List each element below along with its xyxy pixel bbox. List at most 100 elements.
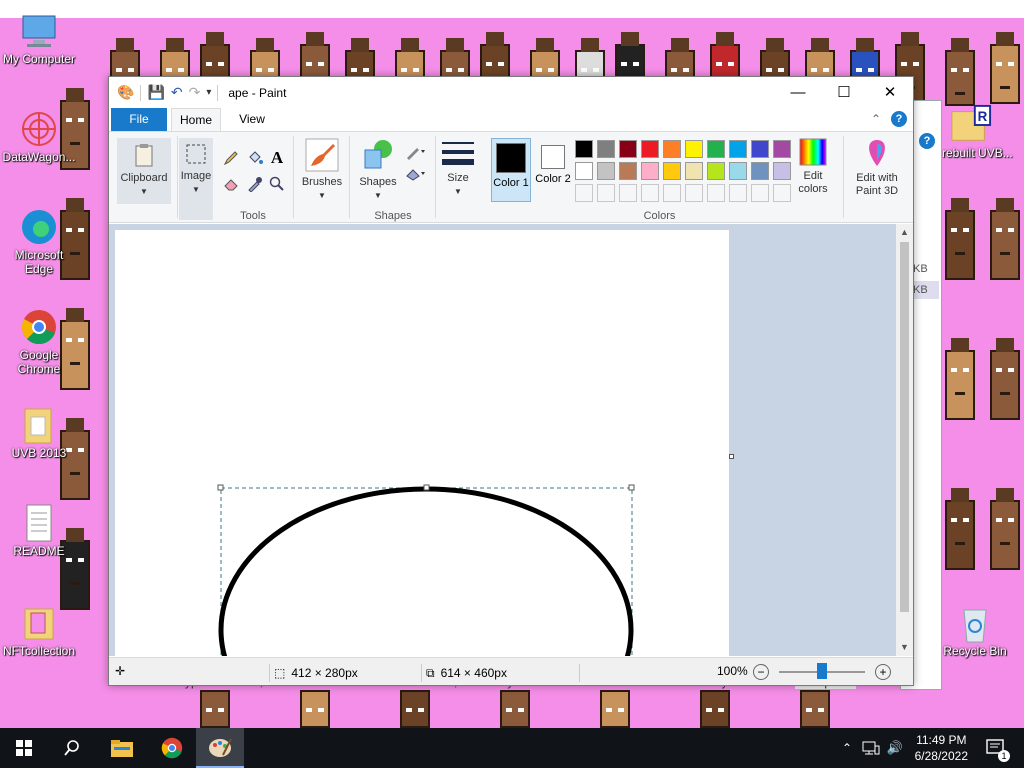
palette-color-swatch[interactable] bbox=[751, 140, 769, 158]
palette-empty-swatch[interactable] bbox=[751, 184, 769, 202]
palette-empty-swatch[interactable] bbox=[597, 184, 615, 202]
brushes-button[interactable]: Brushes ▼ bbox=[299, 138, 345, 202]
maximize-button[interactable]: ☐ bbox=[821, 77, 867, 107]
clipboard-label: Clipboard bbox=[120, 172, 168, 184]
fill-bucket-icon[interactable] bbox=[245, 148, 265, 168]
palette-empty-swatch[interactable] bbox=[685, 184, 703, 202]
vertical-scrollbar[interactable]: ▲ ▼ bbox=[896, 224, 913, 656]
taskbar-chrome[interactable] bbox=[148, 728, 196, 768]
minimize-button[interactable]: — bbox=[775, 77, 821, 107]
selection-size: ⬚ 412 × 280px bbox=[269, 664, 358, 682]
paint-app-icon[interactable]: 🎨 bbox=[117, 84, 134, 101]
edit-with-paint3d-button[interactable]: Edit with Paint 3D bbox=[845, 138, 909, 198]
palette-empty-swatch[interactable] bbox=[729, 184, 747, 202]
system-clock[interactable]: 11:49 PM 6/28/2022 bbox=[915, 732, 968, 764]
desktop-icon-nftcollection[interactable]: NFTcollection bbox=[0, 602, 78, 658]
file-explorer-icon bbox=[111, 740, 133, 757]
help-icon[interactable]: ? bbox=[891, 111, 907, 127]
palette-color-swatch[interactable] bbox=[729, 140, 747, 158]
outline-icon[interactable] bbox=[403, 142, 429, 162]
palette-empty-swatch[interactable] bbox=[641, 184, 659, 202]
title-bar[interactable]: 🎨 💾 ↶ ↷ ▾ ape - Paint — ☐ ✕ bbox=[109, 77, 913, 108]
desktop-icon-recycle-bin[interactable]: Recycle Bin bbox=[936, 602, 1014, 658]
palette-color-swatch[interactable] bbox=[575, 140, 593, 158]
palette-color-swatch[interactable] bbox=[685, 162, 703, 180]
palette-color-swatch[interactable] bbox=[751, 162, 769, 180]
paint-window[interactable]: 🎨 💾 ↶ ↷ ▾ ape - Paint — ☐ ✕ File Home Vi… bbox=[108, 76, 914, 686]
volume-icon[interactable]: 🔊 bbox=[884, 728, 906, 768]
drawing-canvas[interactable] bbox=[115, 230, 729, 656]
tools-group-label: Tools bbox=[240, 210, 266, 222]
palette-empty-swatch[interactable] bbox=[773, 184, 791, 202]
desktop-icon-rebuilt-uvb[interactable]: R rebuilt UVB... bbox=[942, 104, 1024, 160]
palette-color-swatch[interactable] bbox=[707, 162, 725, 180]
text-tool-icon[interactable]: A bbox=[267, 148, 287, 168]
zoom-out-button[interactable]: − bbox=[753, 664, 769, 680]
edit-colors-button[interactable]: Edit colors bbox=[793, 138, 833, 196]
desktop-icon-label: UVB 2013 bbox=[11, 446, 67, 460]
redo-icon[interactable]: ↷ bbox=[189, 84, 201, 101]
palette-color-swatch[interactable] bbox=[597, 162, 615, 180]
color-palette bbox=[575, 140, 795, 206]
palette-color-swatch[interactable] bbox=[575, 162, 593, 180]
taskbar-file-explorer[interactable] bbox=[98, 728, 146, 768]
palette-color-swatch[interactable] bbox=[773, 140, 791, 158]
undo-icon[interactable]: ↶ bbox=[171, 84, 183, 101]
palette-color-swatch[interactable] bbox=[729, 162, 747, 180]
network-icon[interactable] bbox=[860, 728, 882, 768]
color2-selector[interactable]: Color 2 bbox=[533, 138, 573, 204]
tab-file[interactable]: File bbox=[111, 108, 167, 131]
tab-home[interactable]: Home bbox=[171, 108, 221, 131]
size-button[interactable]: Size ▼ bbox=[439, 138, 477, 198]
help-icon[interactable]: ? bbox=[919, 133, 935, 149]
wallpaper-figure bbox=[945, 338, 975, 420]
desktop-icon-chrome[interactable]: Google Chrome bbox=[0, 306, 78, 376]
image-button[interactable]: Image ▼ bbox=[179, 138, 213, 220]
palette-color-swatch[interactable] bbox=[619, 162, 637, 180]
color1-selector[interactable]: Color 1 bbox=[491, 138, 531, 202]
start-button[interactable] bbox=[0, 728, 48, 768]
palette-color-swatch[interactable] bbox=[641, 162, 659, 180]
canvas-resize-handle[interactable] bbox=[729, 454, 734, 459]
collapse-ribbon-icon[interactable]: ⌃ bbox=[871, 112, 881, 126]
taskbar-paint[interactable] bbox=[196, 728, 244, 768]
tab-view[interactable]: View bbox=[227, 108, 277, 131]
scrollbar-thumb[interactable] bbox=[900, 242, 909, 612]
desktop-icon-edge[interactable]: Microsoft Edge bbox=[0, 206, 78, 276]
close-button[interactable]: ✕ bbox=[867, 77, 913, 107]
palette-color-swatch[interactable] bbox=[663, 162, 681, 180]
pencil-icon[interactable] bbox=[221, 148, 241, 168]
zoom-in-button[interactable]: + bbox=[875, 664, 891, 680]
desktop-icon-my-computer[interactable]: My Computer bbox=[0, 10, 78, 66]
magnifier-icon[interactable] bbox=[267, 174, 287, 194]
palette-empty-swatch[interactable] bbox=[707, 184, 725, 202]
palette-color-swatch[interactable] bbox=[663, 140, 681, 158]
wallpaper-figure bbox=[945, 38, 975, 106]
desktop-icon-datawagon[interactable]: DataWagon... bbox=[0, 108, 78, 164]
palette-color-swatch[interactable] bbox=[619, 140, 637, 158]
palette-color-swatch[interactable] bbox=[641, 140, 659, 158]
shapes-button[interactable]: Shapes ▼ bbox=[355, 138, 401, 202]
desktop-icon-uvb-2013[interactable]: UVB 2013 bbox=[0, 404, 78, 460]
palette-color-swatch[interactable] bbox=[773, 162, 791, 180]
desktop-icon-readme[interactable]: README bbox=[0, 502, 78, 558]
zoom-slider-thumb[interactable] bbox=[817, 663, 827, 679]
scroll-up-icon[interactable]: ▲ bbox=[896, 224, 913, 241]
eraser-icon[interactable] bbox=[221, 174, 241, 194]
canvas-area[interactable] bbox=[109, 224, 913, 656]
notification-center-button[interactable]: 1 bbox=[976, 728, 1016, 768]
color-picker-icon[interactable] bbox=[245, 174, 265, 194]
customize-qat-icon[interactable]: ▾ bbox=[206, 87, 211, 98]
search-button[interactable] bbox=[48, 728, 96, 768]
palette-empty-swatch[interactable] bbox=[575, 184, 593, 202]
palette-color-swatch[interactable] bbox=[597, 140, 615, 158]
palette-empty-swatch[interactable] bbox=[663, 184, 681, 202]
palette-color-swatch[interactable] bbox=[685, 140, 703, 158]
save-icon[interactable]: 💾 bbox=[147, 84, 164, 101]
scroll-down-icon[interactable]: ▼ bbox=[896, 639, 913, 656]
show-hidden-icons[interactable]: ⌃ bbox=[838, 728, 856, 768]
clipboard-button[interactable]: Clipboard ▼ bbox=[117, 138, 171, 204]
palette-empty-swatch[interactable] bbox=[619, 184, 637, 202]
palette-color-swatch[interactable] bbox=[707, 140, 725, 158]
fill-icon[interactable] bbox=[403, 164, 429, 184]
